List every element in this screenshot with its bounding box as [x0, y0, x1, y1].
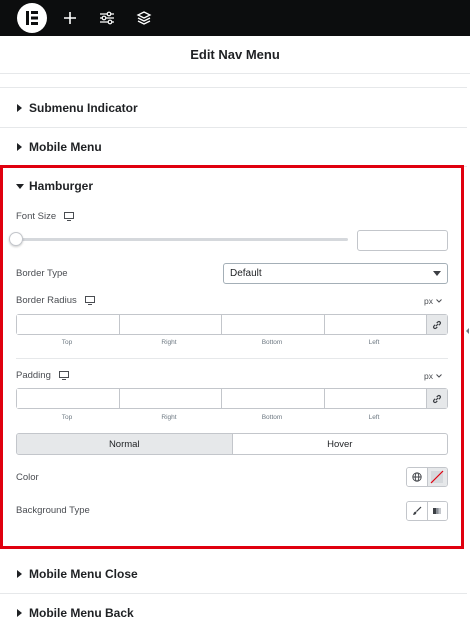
- font-size-input[interactable]: [357, 230, 448, 251]
- padding-label: Padding: [16, 370, 69, 381]
- border-radius-top-input[interactable]: [17, 315, 120, 334]
- padding-left-input[interactable]: [324, 389, 427, 408]
- state-tabs: Normal Hover: [16, 433, 448, 455]
- border-radius-right-input[interactable]: [119, 315, 222, 334]
- border-radius-dimensions: [16, 314, 448, 335]
- section-mobile-menu-close[interactable]: Mobile Menu Close: [0, 555, 467, 594]
- padding-top-input[interactable]: [17, 389, 120, 408]
- highlight-box: [0, 165, 464, 549]
- section-mobile-menu-back[interactable]: Mobile Menu Back: [0, 593, 467, 624]
- section-label: Mobile Menu Back: [29, 605, 134, 620]
- sliders-icon[interactable]: [97, 8, 117, 28]
- border-type-label: Border Type: [16, 268, 68, 279]
- color-controls: [406, 467, 448, 487]
- caret-right-icon: [17, 608, 22, 617]
- caret-right-icon: [17, 143, 22, 151]
- border-radius-label: Border Radius: [16, 295, 95, 306]
- desktop-icon[interactable]: [64, 212, 75, 221]
- caret-right-icon: [17, 570, 22, 578]
- desktop-icon[interactable]: [58, 371, 69, 380]
- tab-normal[interactable]: Normal: [17, 434, 233, 454]
- border-radius-left-input[interactable]: [324, 315, 427, 334]
- link-icon[interactable]: [427, 315, 447, 334]
- globe-icon[interactable]: [407, 468, 427, 486]
- desktop-icon[interactable]: [84, 296, 95, 305]
- border-radius-unit[interactable]: px: [424, 296, 442, 306]
- font-size-slider-handle[interactable]: [9, 232, 23, 246]
- section-label: Mobile Menu: [29, 140, 102, 154]
- caret-down-icon: [16, 183, 24, 189]
- border-radius-bottom-input[interactable]: [222, 315, 325, 334]
- border-radius-dimension-labels: Top Right Bottom Left: [61, 339, 380, 346]
- link-icon[interactable]: [427, 389, 447, 408]
- padding-dimensions: [16, 388, 448, 409]
- padding-unit[interactable]: px: [424, 371, 442, 381]
- section-mobile-menu[interactable]: Mobile Menu: [0, 128, 467, 167]
- chevron-down-icon: [433, 271, 441, 276]
- elementor-logo-icon[interactable]: [17, 3, 47, 33]
- section-label: Submenu Indicator: [29, 101, 138, 115]
- border-type-select[interactable]: Default: [223, 263, 448, 284]
- padding-dimension-labels: Top Right Bottom Left: [61, 414, 380, 421]
- cutoff-section[interactable]: [0, 74, 467, 88]
- chevron-down-icon: [436, 374, 442, 378]
- plus-icon[interactable]: [60, 8, 80, 28]
- panel-title-text: Edit Nav Menu: [190, 47, 280, 62]
- top-toolbar: [0, 0, 470, 36]
- section-label: Mobile Menu Close: [29, 567, 138, 581]
- caret-right-icon: [17, 104, 22, 112]
- layers-icon[interactable]: [134, 8, 154, 28]
- font-size-label: Font Size: [16, 211, 75, 222]
- padding-right-input[interactable]: [119, 389, 222, 408]
- brush-icon[interactable]: [407, 502, 427, 520]
- border-type-value: Default: [230, 268, 262, 279]
- section-hamburger[interactable]: Hamburger: [16, 179, 93, 193]
- no-color-icon[interactable]: [426, 468, 447, 486]
- section-submenu-indicator[interactable]: Submenu Indicator: [0, 89, 467, 128]
- background-type-controls: [406, 501, 448, 521]
- chevron-down-icon: [436, 299, 442, 303]
- background-type-label: Background Type: [16, 505, 90, 516]
- panel-title: Edit Nav Menu: [0, 36, 470, 74]
- color-label: Color: [16, 472, 39, 483]
- collapse-panel-handle[interactable]: [466, 328, 469, 334]
- tab-hover[interactable]: Hover: [233, 434, 448, 454]
- section-label: Hamburger: [29, 179, 94, 193]
- padding-bottom-input[interactable]: [222, 389, 325, 408]
- gradient-icon[interactable]: [426, 502, 447, 520]
- divider: [16, 358, 448, 359]
- font-size-slider-track[interactable]: [16, 238, 348, 241]
